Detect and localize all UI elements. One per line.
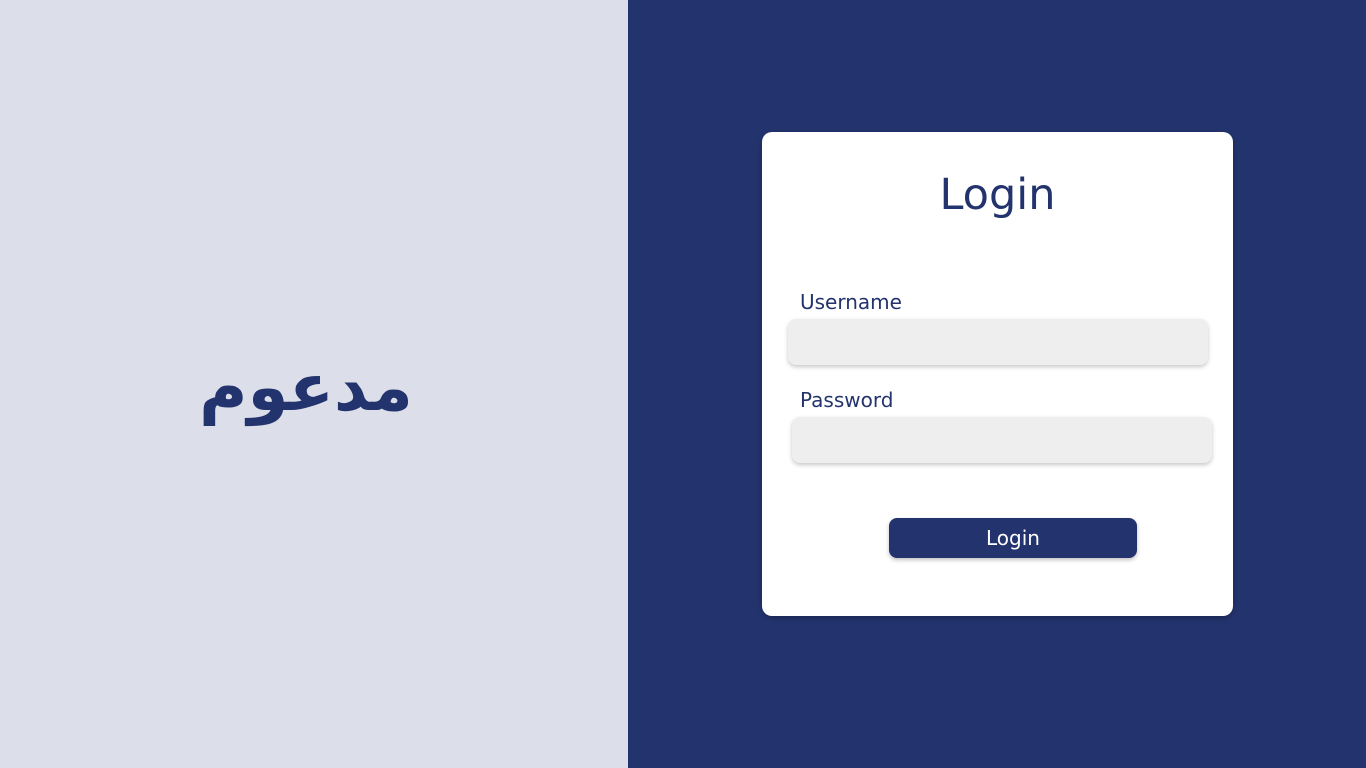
password-label: Password [800, 388, 894, 412]
login-button[interactable]: Login [889, 518, 1137, 558]
login-panel: Login Username Password Login [628, 0, 1366, 768]
login-title: Login [939, 170, 1056, 220]
brand-panel: مدعوم [0, 0, 628, 768]
brand-logo: مدعوم [199, 349, 413, 426]
username-input[interactable] [788, 319, 1208, 365]
login-page: مدعوم Login Username Password Login [0, 0, 1366, 768]
login-card: Login Username Password Login [762, 132, 1233, 616]
password-input[interactable] [792, 417, 1212, 463]
username-label: Username [800, 290, 902, 314]
